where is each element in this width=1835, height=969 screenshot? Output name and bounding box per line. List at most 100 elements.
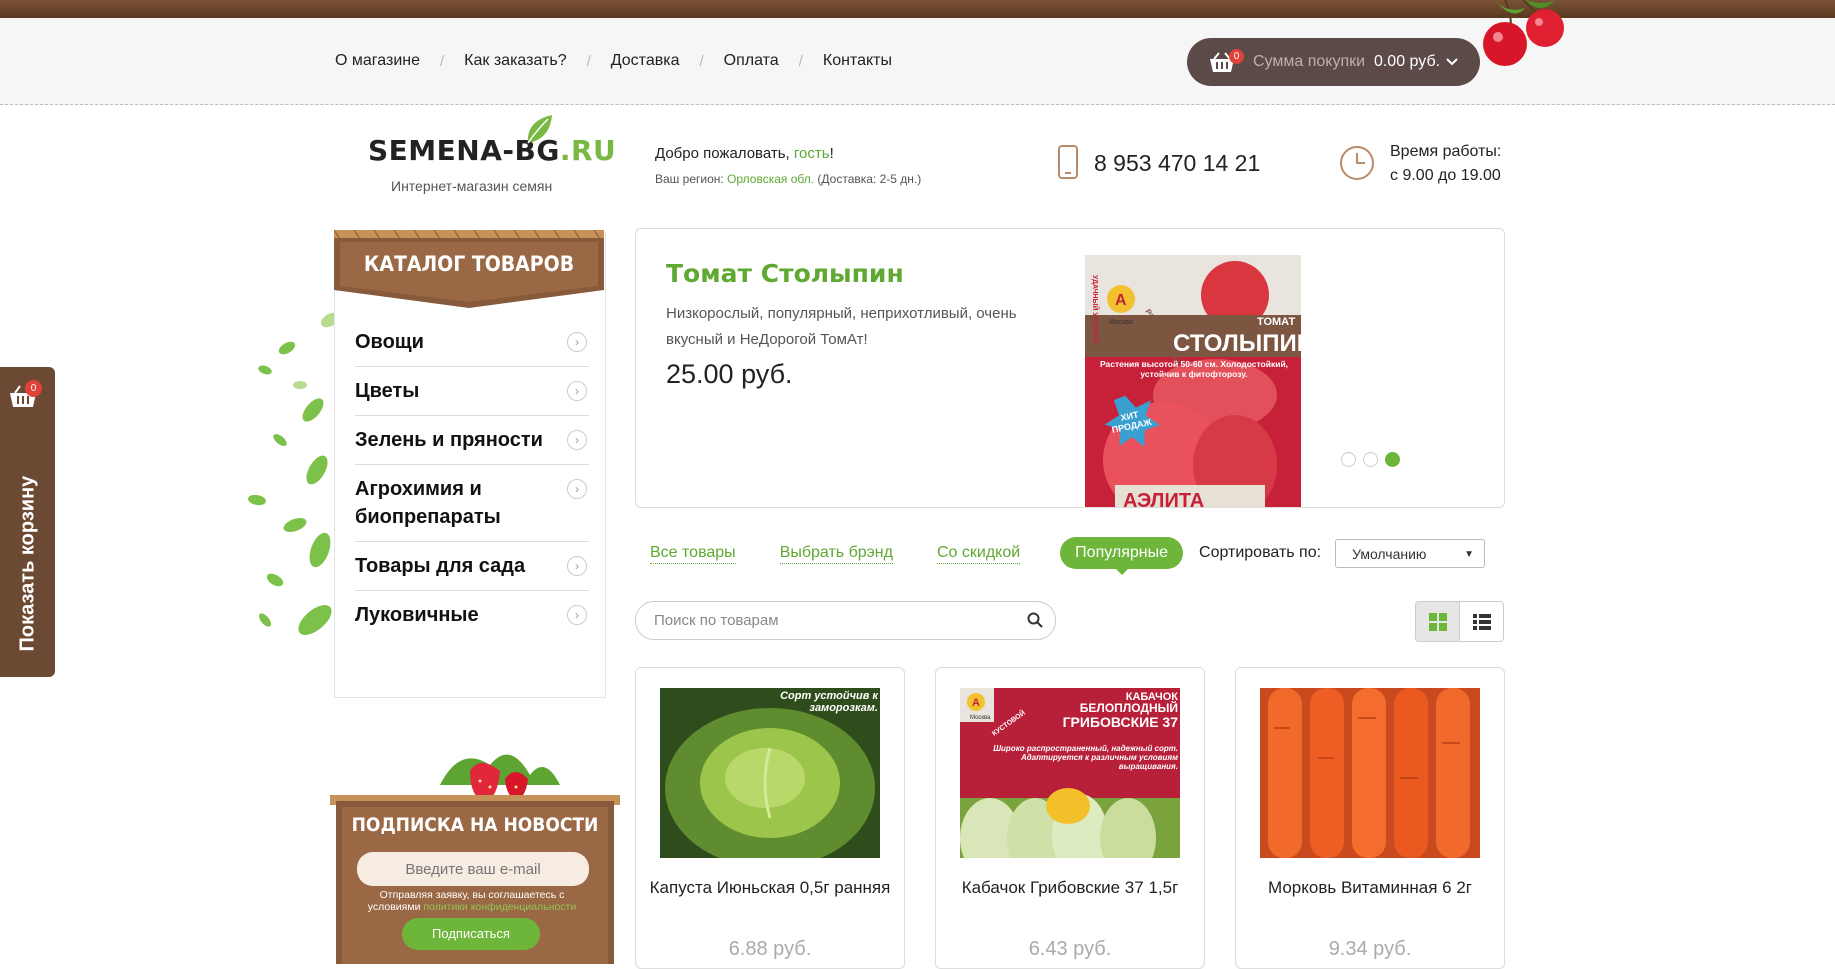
featured-slider: Томат Столыпин Низкорослый, популярный, … [635,228,1505,508]
product-image[interactable]: A Москва КАБАЧОК БЕЛОПЛОДНЫЙ ГРИБОВСКИЕ … [960,688,1180,878]
hours-label: Время работы: [1390,143,1502,160]
product-name[interactable]: Капуста Июньская 0,5г ранняя [646,874,894,901]
product-overlay-text: Сорт устойчив к заморозкам. [780,690,878,714]
product-name[interactable]: Морковь Витаминная 6 2г [1246,874,1494,901]
pack-note: Растения высотой 50-60 см. Холодостойкий… [1099,359,1289,379]
clock-icon [1339,145,1375,186]
product-image[interactable] [1260,688,1480,858]
privacy-policy-link[interactable]: политики конфиденциальности [423,901,576,913]
slider-dot[interactable] [1341,452,1356,467]
cart-sum-label: Сумма покупки [1253,53,1366,70]
product-overlay-text: Широко распространенный, надежный сорт. … [993,744,1178,771]
chevron-down-icon [1444,53,1460,74]
newsletter-email-input[interactable] [357,852,589,886]
chevron-right-icon: › [567,556,587,576]
subscribe-button[interactable]: Подписаться [402,918,540,950]
pack-name: СТОЛЫПИН [1173,330,1301,357]
site-logo[interactable]: SEMENA-BG.RU [368,134,616,167]
catalog-item-herbs[interactable]: Зелень и пряности › [355,416,589,465]
region-info: Ваш регион: Орловская обл. (Доставка: 2-… [655,172,921,186]
region-prefix: Ваш регион: [655,172,728,186]
welcome-text: Добро пожаловать, гость! [655,145,834,162]
slider-dots [1341,452,1400,467]
newsletter-note: Отправляя заявку, вы соглашаетесь с усло… [352,889,592,913]
chevron-right-icon: › [567,332,587,352]
region-link[interactable]: Орловская обл. [727,172,814,186]
cart-sum-value: 0.00 руб. [1373,53,1441,70]
catalog-list: Овощи › Цветы › Зелень и пряности › Агрохим… [355,318,589,639]
nav-contacts[interactable]: Контакты [823,52,892,70]
chevron-right-icon: › [567,381,587,401]
guest-link[interactable]: гость [794,145,830,162]
catalog-item-flowers[interactable]: Цветы › [355,367,589,416]
working-hours: Время работы: с 9.00 до 19.00 [1390,140,1501,188]
nav-how-to-order[interactable]: Как заказать? [464,52,566,70]
product-price: 9.34 руб. [1328,938,1412,960]
show-cart-tab[interactable]: 0 Показать корзину [0,367,55,677]
cart-sum: Сумма покупки 0.00 руб. [1253,53,1440,71]
cart-count-badge: 0 [25,380,42,397]
product-overlay-title2: БЕЛОПЛОДНЫЙ [1080,700,1178,715]
filter-bar: Все товары Выбрать брэнд Со скидкой Попу… [650,537,1486,575]
filter-all[interactable]: Все товары [650,543,736,564]
logo-suffix: .RU [559,134,617,167]
cherry-decoration [1465,0,1575,75]
svg-text:A: A [1115,292,1127,309]
slider-dot[interactable] [1363,452,1378,467]
slider-dot-active[interactable] [1385,452,1400,467]
catalog-item-garden-goods[interactable]: Товары для сада › [355,542,589,591]
svg-text:A: A [972,697,980,709]
nav-delivery[interactable]: Доставка [611,52,680,70]
product-price: 6.43 руб. [1028,938,1112,960]
chevron-right-icon: › [567,430,587,450]
cart-summary-button[interactable]: 0 Сумма покупки 0.00 руб. [1187,38,1480,86]
view-toggle [1415,601,1504,642]
welcome-suffix: ! [829,145,834,162]
catalog-item-bulbs[interactable]: Луковичные › [355,591,589,639]
search-icon[interactable] [1027,612,1043,633]
featured-product-image[interactable]: ТОМАТ СТОЛЫПИН A Москва УДАЧНЫЙ УРОЖАЙ Р… [1085,255,1314,508]
catalog-item-label: Агрохимия и биопрепараты [355,478,501,528]
top-nav: О магазине / Как заказать? / Доставка / … [335,52,892,70]
pack-maker: АЭЛИТА [1123,490,1204,508]
filter-discount[interactable]: Со скидкой [936,543,1021,564]
region-delivery: (Доставка: 2-5 дн.) [814,172,922,186]
sort-value: Умолчанию [1352,545,1427,562]
leaves-decoration [235,300,345,665]
nav-separator: / [699,52,704,70]
nav-about[interactable]: О магазине [335,52,420,70]
hours-value: с 9.00 до 19.00 [1390,167,1501,184]
search-placeholder: Поиск по товарам [654,612,779,629]
product-overlay-brand: Москва [970,715,991,721]
cart-count-badge: 0 [1229,49,1244,64]
featured-product-name[interactable]: Томат Столыпин [666,259,904,288]
catalog-item-label: Овощи [355,331,424,353]
product-search[interactable]: Поиск по товарам [635,601,1056,640]
pack-brand: Москва [1109,319,1133,326]
pack-category: ТОМАТ [1257,316,1296,328]
nav-separator: / [798,52,803,70]
product-card[interactable]: Морковь Витаминная 6 2г 9.34 руб. [1235,667,1505,969]
product-image[interactable]: Сорт устойчив к заморозкам. [660,688,880,868]
list-view-button[interactable] [1459,602,1503,641]
nav-separator: / [440,52,445,70]
product-name[interactable]: Кабачок Грибовские 37 1,5г [946,874,1194,901]
catalog-item-label: Товары для сада [355,555,526,577]
grid-view-button[interactable] [1416,602,1459,641]
nav-separator: / [586,52,591,70]
list-icon [1472,613,1491,630]
newsletter-panel: ПОДПИСКА НА НОВОСТИ Отправляя заявку, вы… [330,735,620,964]
sort-label: Сортировать по: [1199,544,1322,561]
catalog-item-vegetables[interactable]: Овощи › [355,318,589,367]
product-card[interactable]: A Москва КАБАЧОК БЕЛОПЛОДНЫЙ ГРИБОВСКИЕ … [935,667,1205,969]
product-card[interactable]: Сорт устойчив к заморозкам. Капуста Июнь… [635,667,905,969]
catalog-item-agrochemistry[interactable]: Агрохимия и биопрепараты › [355,465,589,542]
nav-payment[interactable]: Оплата [724,52,779,70]
catalog-header: КАТАЛОГ ТОВАРОВ [320,228,618,310]
chevron-right-icon: › [567,479,587,499]
phone-icon [1058,145,1078,184]
filter-brand[interactable]: Выбрать брэнд [779,543,893,564]
filter-popular[interactable]: Популярные [1060,537,1184,575]
phone-number[interactable]: 8 953 470 14 21 [1094,150,1260,177]
sort-select[interactable]: Умолчанию ▼ [1335,538,1486,568]
